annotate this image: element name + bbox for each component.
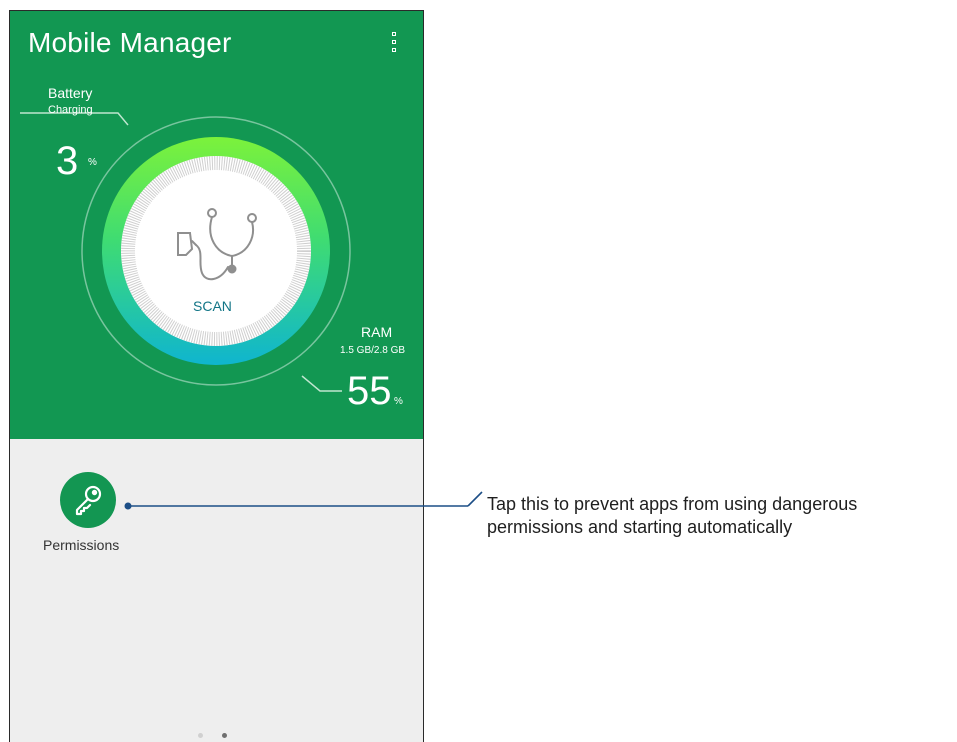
mobile-manager-screen: Mobile Manager Battery Charging 3 % RAM …	[9, 10, 424, 742]
callout-line-1: Tap this to prevent apps from using dang…	[487, 494, 858, 514]
callout-text: Tap this to prevent apps from using dang…	[487, 493, 957, 539]
page-indicator	[198, 733, 238, 741]
scan-label: SCAN	[193, 298, 232, 314]
stethoscope-icon	[177, 208, 257, 281]
ram-usage: 1.5 GB/2.8 GB	[340, 345, 406, 356]
battery-status: Charging	[48, 104, 93, 116]
ram-title: RAM	[361, 324, 393, 340]
page-dot[interactable]	[198, 733, 203, 738]
battery-title: Battery	[48, 85, 93, 101]
ram-leader-line	[301, 375, 342, 392]
permissions-label: Permissions	[43, 537, 120, 553]
callout-line-2: permissions and starting automatically	[487, 517, 793, 537]
permissions-button[interactable]	[60, 472, 116, 528]
ram-value: 55	[347, 369, 392, 413]
ram-unit: %	[394, 396, 403, 407]
page-dot-active[interactable]	[222, 733, 227, 738]
battery-value: 3	[56, 139, 79, 183]
scan-button[interactable]	[120, 201, 320, 341]
key-icon	[75, 485, 102, 516]
status-panel: Mobile Manager Battery Charging 3 % RAM …	[10, 11, 423, 439]
battery-unit: %	[88, 157, 97, 168]
